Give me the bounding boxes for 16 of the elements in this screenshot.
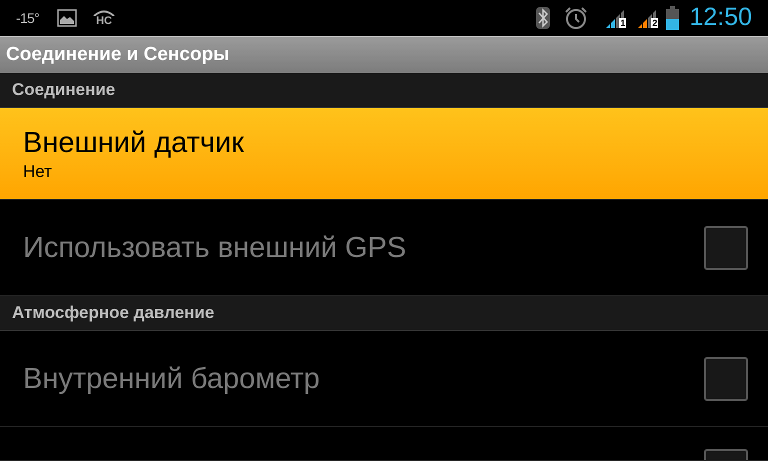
- sim-number: 1: [619, 18, 626, 28]
- bluetooth-icon: [536, 7, 550, 29]
- item-summary: Нет: [23, 160, 53, 182]
- section-title: Атмосферное давление: [12, 302, 214, 324]
- image-icon: [57, 9, 78, 27]
- sim-number: 2: [651, 18, 658, 28]
- clock: 12:50: [689, 2, 752, 34]
- item-title: Внешний датчик: [23, 126, 245, 160]
- temperature: -15°: [16, 8, 40, 28]
- window-title: Соединение и Сенсоры: [6, 42, 230, 67]
- alarm-clock-icon: [564, 6, 588, 30]
- item-title: Использовать внешний GPS: [23, 230, 408, 266]
- selected-list-item[interactable]: Внешний датчик Нет: [0, 108, 768, 200]
- battery-icon: [666, 6, 680, 30]
- section-title: Соединение: [12, 79, 116, 102]
- item-title: Внутренний барометр: [23, 362, 321, 396]
